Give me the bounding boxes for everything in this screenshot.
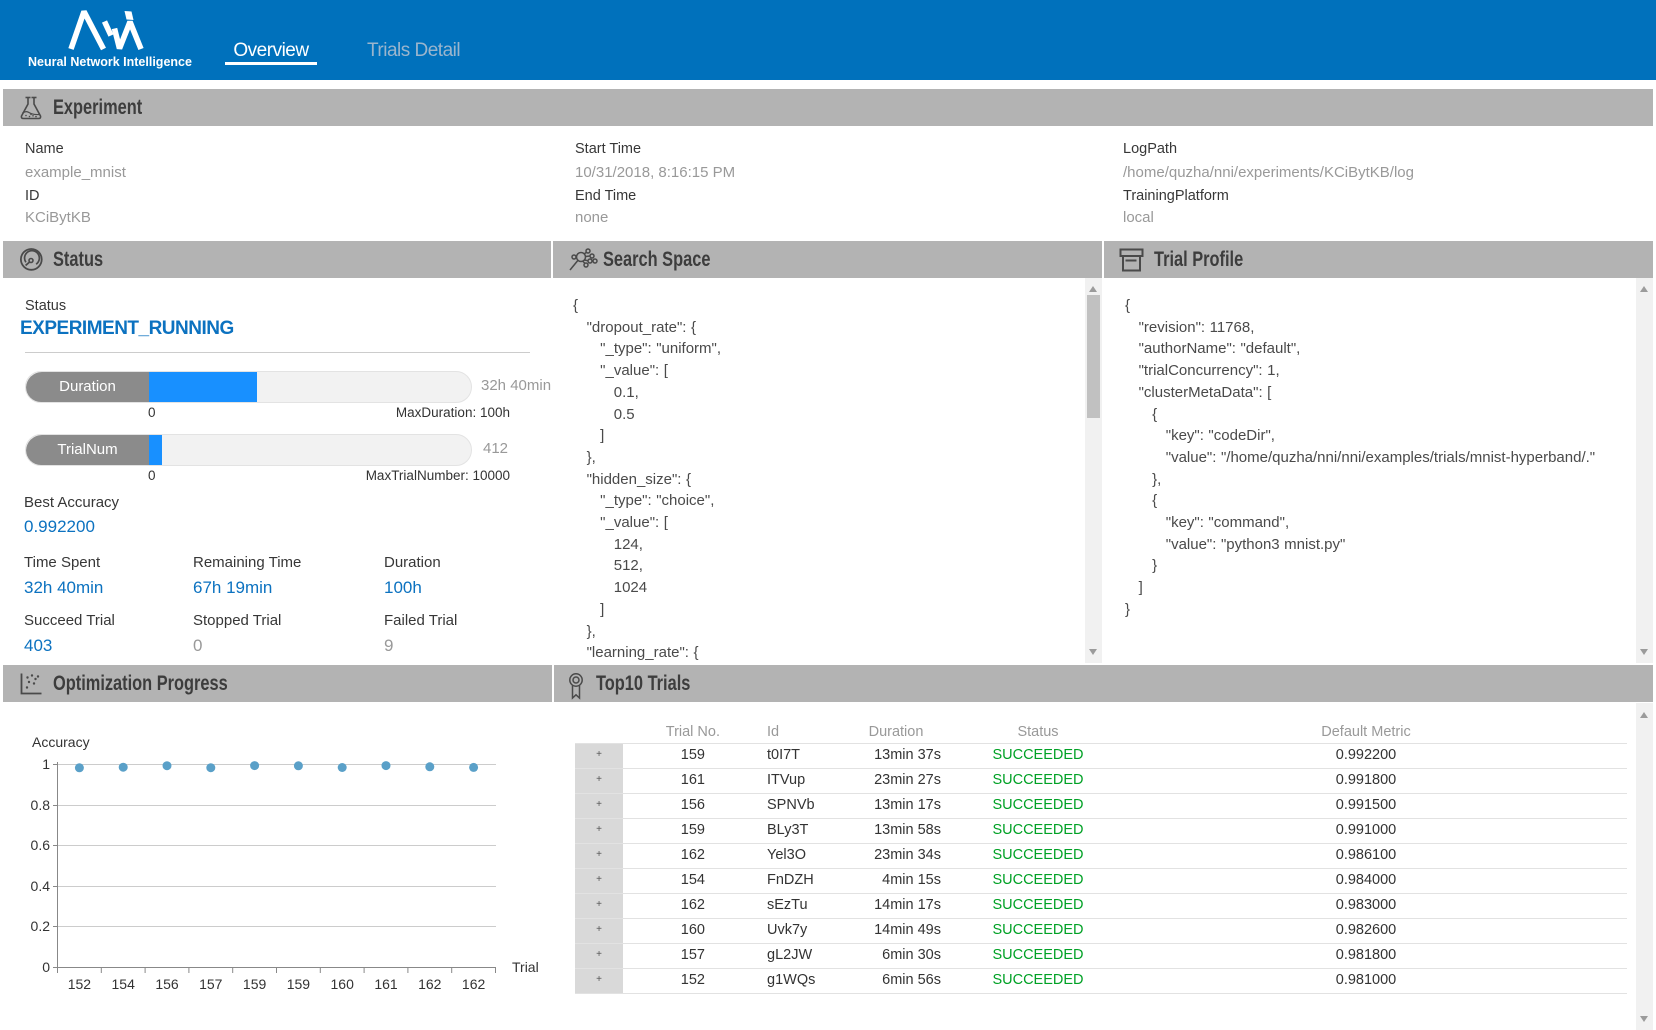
svg-text:Accuracy: Accuracy: [32, 734, 90, 750]
svg-text:160: 160: [331, 976, 355, 992]
svg-text:1: 1: [42, 756, 50, 772]
svg-text:0.4: 0.4: [31, 878, 51, 894]
svg-text:162: 162: [462, 976, 486, 992]
svg-text:0.6: 0.6: [31, 837, 51, 853]
svg-text:0: 0: [42, 959, 50, 975]
svg-text:157: 157: [199, 976, 223, 992]
svg-text:159: 159: [243, 976, 267, 992]
svg-text:154: 154: [112, 976, 136, 992]
svg-text:161: 161: [374, 976, 398, 992]
svg-text:152: 152: [68, 976, 92, 992]
svg-text:Trial: Trial: [512, 959, 539, 975]
svg-text:0.8: 0.8: [31, 797, 51, 813]
svg-text:156: 156: [155, 976, 179, 992]
svg-text:159: 159: [287, 976, 311, 992]
svg-text:0.2: 0.2: [31, 918, 51, 934]
svg-text:162: 162: [418, 976, 442, 992]
